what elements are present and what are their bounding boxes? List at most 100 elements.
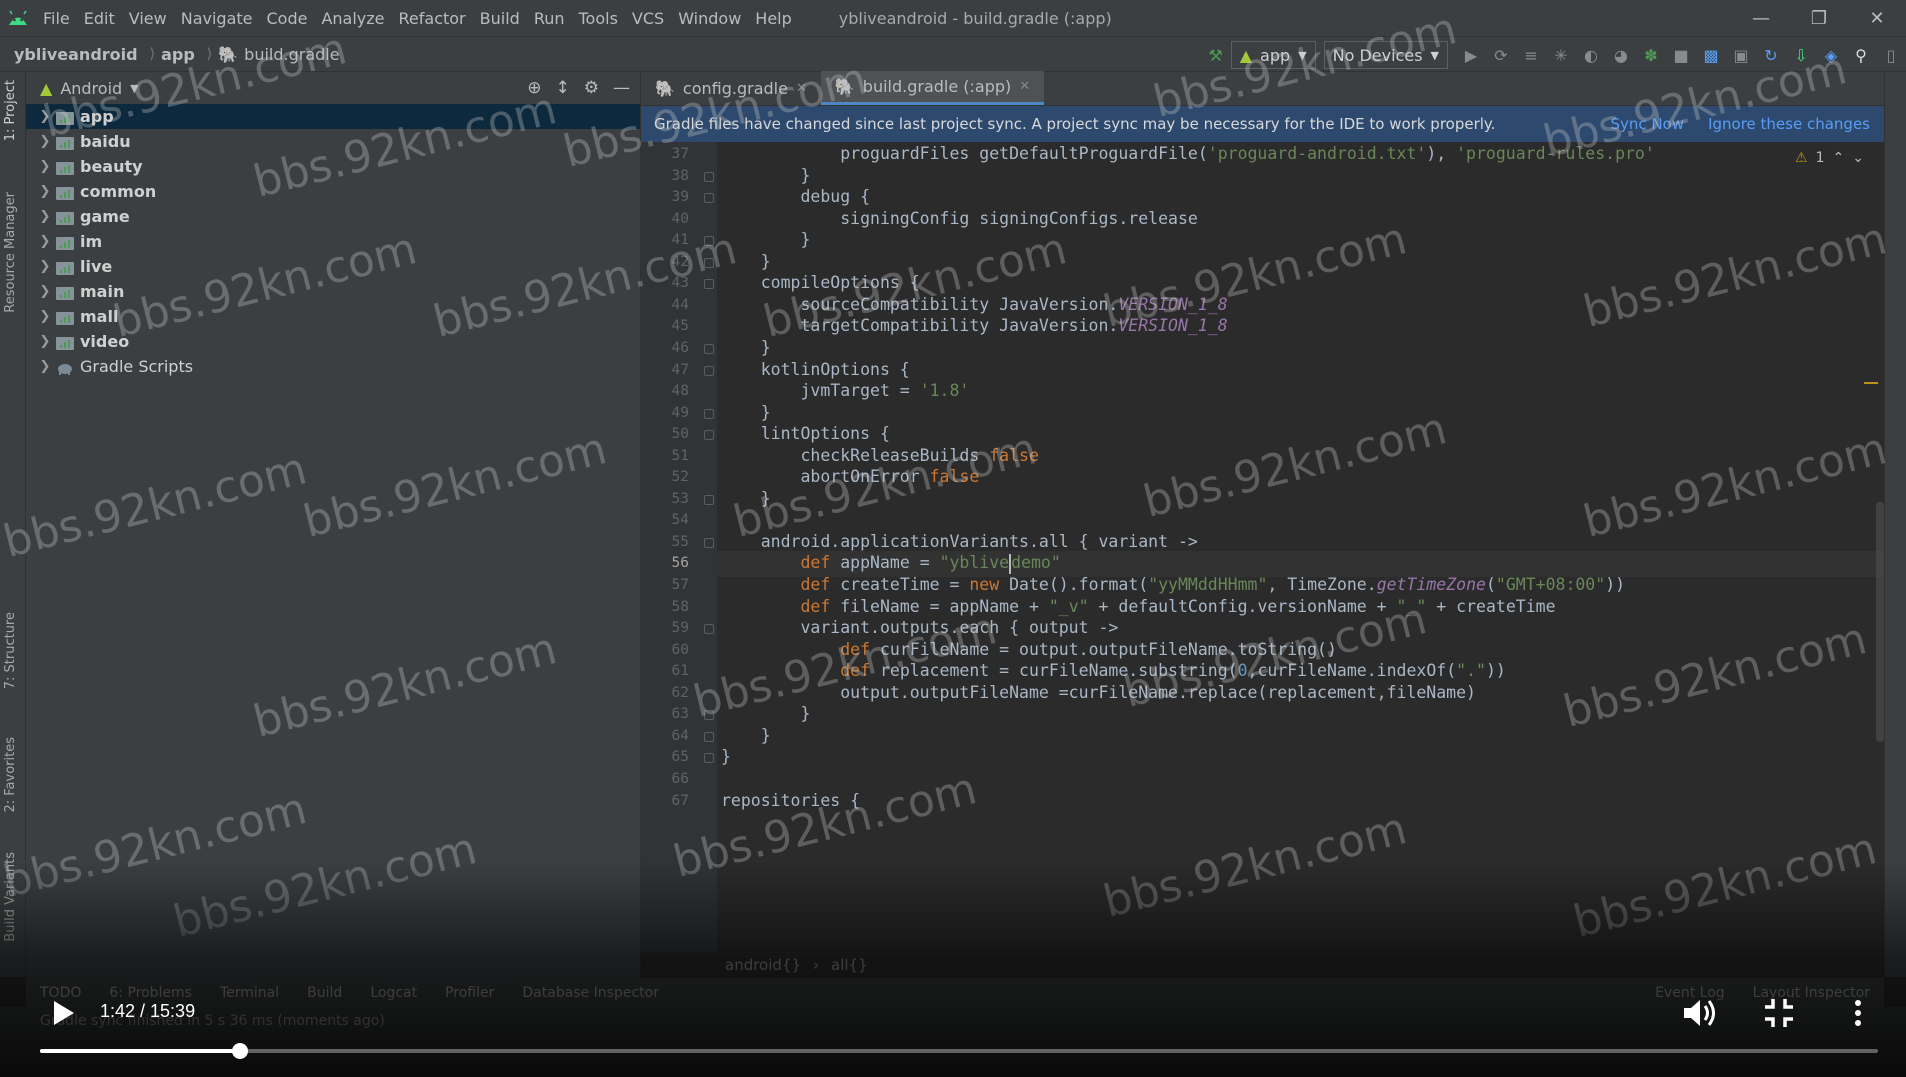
stop-icon[interactable]: ■ xyxy=(1666,40,1696,70)
breadcrumb-file[interactable]: build.gradle xyxy=(244,45,339,64)
ignore-changes-link[interactable]: Ignore these changes xyxy=(1708,115,1870,133)
code-line[interactable]: abortOnError false xyxy=(721,467,979,486)
code-line[interactable]: } xyxy=(721,747,731,766)
rerun-icon[interactable]: ⟳ xyxy=(1486,40,1516,70)
chevron-right-icon[interactable]: ❯ xyxy=(34,234,56,249)
fold-marker-icon[interactable] xyxy=(704,710,714,721)
tree-item-beauty[interactable]: ❯ beauty xyxy=(26,154,640,179)
chevron-right-icon[interactable]: ❯ xyxy=(34,134,56,149)
code-line[interactable]: lintOptions { xyxy=(721,424,890,443)
code-line[interactable]: } xyxy=(721,489,771,508)
fold-marker-icon[interactable] xyxy=(704,257,714,268)
fold-marker-icon[interactable] xyxy=(704,731,714,742)
project-view-select[interactable]: Android xyxy=(60,79,122,98)
inspection-widget[interactable]: ⚠ 1 ⌃ ⌄ xyxy=(1795,150,1864,166)
video-progress-bar[interactable] xyxy=(40,1043,1878,1059)
menu-analyze[interactable]: Analyze xyxy=(314,9,391,28)
menu-code[interactable]: Code xyxy=(260,9,315,28)
close-icon[interactable]: ✕ xyxy=(796,81,807,96)
fold-marker-icon[interactable] xyxy=(704,193,714,204)
hide-panel-icon[interactable]: — xyxy=(613,78,630,98)
fold-marker-icon[interactable] xyxy=(704,624,714,635)
warning-stripe-marker[interactable] xyxy=(1864,382,1878,384)
video-progress-handle[interactable] xyxy=(231,1043,248,1059)
sdk-manager-icon[interactable]: ⇩ xyxy=(1786,40,1816,70)
build-variants-tab[interactable]: Build Variants xyxy=(3,852,18,942)
menu-tools[interactable]: Tools xyxy=(572,9,625,28)
breadcrumb-module[interactable]: app xyxy=(161,45,195,64)
code-line[interactable]: } xyxy=(721,166,810,185)
menu-help[interactable]: Help xyxy=(748,9,798,28)
menu-navigate[interactable]: Navigate xyxy=(174,9,260,28)
code-line[interactable]: } xyxy=(721,726,771,745)
project-structure-icon[interactable]: ▩ xyxy=(1696,40,1726,70)
search-icon[interactable]: ⚲ xyxy=(1846,40,1876,70)
menu-view[interactable]: View xyxy=(122,9,174,28)
code-line[interactable]: compileOptions { xyxy=(721,273,920,292)
menu-vcs[interactable]: VCS xyxy=(625,9,671,28)
code-line[interactable]: android.applicationVariants.all { varian… xyxy=(721,532,1198,551)
vertical-scrollbar[interactable] xyxy=(1876,502,1884,742)
chevron-right-icon[interactable]: ❯ xyxy=(34,109,56,124)
code-line[interactable]: } xyxy=(721,338,771,357)
play-button[interactable] xyxy=(44,995,80,1031)
chevron-down-icon[interactable]: ⌄ xyxy=(1852,150,1864,166)
exit-fullscreen-button[interactable] xyxy=(1762,997,1796,1029)
plugin-icon[interactable]: ◈ xyxy=(1816,40,1846,70)
code-line[interactable]: } xyxy=(721,230,810,249)
code-editor[interactable]: 37 38 39 40 41 42 43 44 45 46 47 48 49 50 51 52 53 54 55 56… xyxy=(641,142,1884,952)
code-line[interactable]: debug { xyxy=(721,187,870,206)
chevron-right-icon[interactable]: ❯ xyxy=(34,184,56,199)
resource-manager-tab[interactable]: Resource Manager xyxy=(3,192,18,313)
code-line[interactable]: targetCompatibility JavaVersion.VERSION_… xyxy=(721,316,1227,335)
code-line[interactable]: } xyxy=(721,704,810,723)
breadcrumb-android-block[interactable]: android{} xyxy=(725,956,801,974)
close-window-button[interactable]: ✕ xyxy=(1848,0,1906,36)
code-line[interactable]: } xyxy=(721,403,771,422)
tree-item-baidu[interactable]: ❯ baidu xyxy=(26,129,640,154)
code-line[interactable]: repositories { xyxy=(721,791,860,810)
menu-file[interactable]: File xyxy=(36,9,77,28)
fold-marker-icon[interactable] xyxy=(704,537,714,548)
chevron-right-icon[interactable]: ❯ xyxy=(34,159,56,174)
tree-item-main[interactable]: ❯ main xyxy=(26,279,640,304)
code-line[interactable]: proguardFiles getDefaultProguardFile('pr… xyxy=(721,144,1655,163)
tree-item-app[interactable]: ❯ app xyxy=(26,104,640,129)
breadcrumb-all-block[interactable]: all{} xyxy=(831,956,868,974)
run-icon[interactable]: ▶ xyxy=(1456,40,1486,70)
run-config-select[interactable]: ▲ app ▼ xyxy=(1230,41,1316,69)
code-line[interactable]: def replacement = curFileName.substring(… xyxy=(721,661,1506,680)
fold-marker-icon[interactable] xyxy=(704,365,714,376)
code-line[interactable]: def createTime = new Date().format("yyMM… xyxy=(721,575,1625,594)
code-line[interactable]: signingConfig signingConfigs.release xyxy=(721,209,1198,228)
menu-edit[interactable]: Edit xyxy=(77,9,122,28)
project-tool-tab[interactable]: 1: Project xyxy=(3,80,18,141)
chevron-right-icon[interactable]: ❯ xyxy=(34,359,56,374)
code-line[interactable]: checkReleaseBuilds false xyxy=(721,446,1038,465)
code-line[interactable]: def curFileName = output.outputFileName.… xyxy=(721,640,1337,659)
chevron-right-icon[interactable]: ❯ xyxy=(34,284,56,299)
debug-icon[interactable]: ✳ xyxy=(1546,40,1576,70)
restore-button[interactable]: ❐ xyxy=(1790,0,1848,36)
avd-manager-icon[interactable]: ▣ xyxy=(1726,40,1756,70)
code-line[interactable]: } xyxy=(721,252,771,271)
code-line[interactable]: jvmTarget = '1.8' xyxy=(721,381,969,400)
gear-icon[interactable]: ⚙ xyxy=(584,78,599,98)
tree-item-im[interactable]: ❯ im xyxy=(26,229,640,254)
chevron-right-icon[interactable]: ❯ xyxy=(34,259,56,274)
fold-marker-icon[interactable] xyxy=(704,408,714,419)
code-line[interactable]: variant.outputs.each { output -> xyxy=(721,618,1118,637)
fold-marker-icon[interactable] xyxy=(704,279,714,290)
sync-gradle-icon[interactable]: ↻ xyxy=(1756,40,1786,70)
menu-window[interactable]: Window xyxy=(671,9,748,28)
tree-item-video[interactable]: ❯ video xyxy=(26,329,640,354)
tree-item-live[interactable]: ❯ live xyxy=(26,254,640,279)
ide-settings-icon[interactable]: ▯ xyxy=(1876,40,1906,70)
code-line[interactable]: kotlinOptions { xyxy=(721,360,910,379)
chevron-right-icon[interactable]: ❯ xyxy=(34,209,56,224)
chevron-up-icon[interactable]: ⌃ xyxy=(1833,150,1845,166)
chevron-down-icon[interactable]: ▼ xyxy=(130,82,138,95)
attach-debugger-icon[interactable]: ✽ xyxy=(1636,40,1666,70)
code-line[interactable]: output.outputFileName =curFileName.repla… xyxy=(721,683,1476,702)
locate-file-icon[interactable]: ⊕ xyxy=(527,78,541,98)
